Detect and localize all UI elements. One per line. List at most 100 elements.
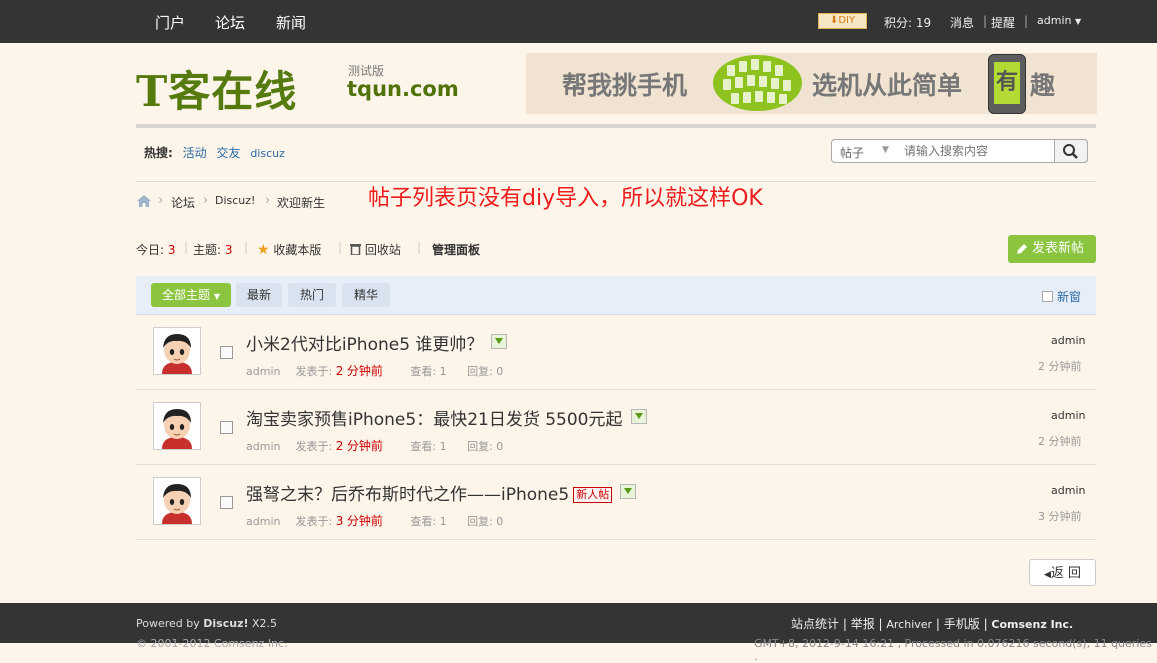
discuz-link[interactable]: Discuz!: [203, 617, 248, 630]
footer-link-stats[interactable]: 站点统计: [791, 617, 839, 631]
attachment-icon: [630, 409, 647, 424]
last-post-time: 2 分钟前: [1038, 435, 1082, 448]
new-user-badge: 新人帖: [573, 487, 613, 503]
thread-author[interactable]: admin: [246, 515, 292, 528]
diy-button[interactable]: ⬇DIY: [818, 13, 867, 29]
chevron-down-icon: ▼: [213, 292, 220, 301]
hot-term[interactable]: 交友: [216, 146, 240, 160]
hot-term[interactable]: 活动: [183, 146, 207, 160]
recycle-bin-link[interactable]: 回收站: [350, 241, 401, 258]
breadcrumb-separator: ›: [265, 193, 271, 208]
search-box: 帖子 ▼: [831, 139, 1088, 163]
banner-text-3: 趣: [1030, 71, 1056, 100]
nav-portal[interactable]: 门户: [155, 12, 185, 33]
thread-title-row: 小米2代对比iPhone5 谁更帅？: [246, 330, 508, 355]
user-menu[interactable]: admin ▼: [1037, 14, 1081, 27]
footer: Powered by Discuz! X2.5 © 2001-2012 Coms…: [0, 603, 1157, 663]
separator: |: [184, 240, 189, 254]
separator: |: [338, 240, 343, 254]
footer-link-mobile[interactable]: 手机版: [944, 617, 980, 631]
attachment-icon: [620, 484, 637, 499]
divider: [136, 389, 1096, 390]
reminders-link[interactable]: 提醒: [991, 14, 1015, 31]
separator: |: [1024, 14, 1029, 28]
hot-search: 热搜: 活动 交友 discuz: [144, 144, 285, 161]
banner-text-2: 选机从此简单: [812, 71, 963, 100]
avatar[interactable]: [153, 477, 201, 525]
phone-graphic: 有: [988, 54, 1026, 114]
star-icon: ★: [257, 242, 270, 258]
server-time: GMT+8, 2012-9-14 16:21 , Processed in 0.…: [754, 637, 1152, 663]
divider: [136, 464, 1096, 465]
trash-icon: [350, 244, 361, 256]
thread-title[interactable]: 小米2代对比iPhone5 谁更帅？: [246, 335, 483, 355]
separator: |: [417, 240, 422, 254]
breadcrumb-item[interactable]: Discuz!: [215, 194, 255, 207]
thread-author[interactable]: admin: [246, 365, 292, 378]
phones-ball-graphic: [713, 55, 802, 111]
chevron-down-icon[interactable]: ▼: [882, 145, 889, 155]
separator: |: [244, 240, 249, 254]
back-button[interactable]: ◀返 回: [1029, 559, 1096, 586]
avatar[interactable]: [153, 327, 201, 375]
last-post-time: 2 分钟前: [1038, 360, 1082, 373]
messages-link[interactable]: 消息: [950, 14, 974, 31]
breadcrumb-separator: ›: [158, 193, 164, 208]
thread-count: 主题: 3: [193, 243, 233, 257]
search-icon: [1063, 144, 1078, 159]
annotation-text: 帖子列表页没有diy导入，所以就这样OK: [368, 186, 763, 211]
banner-phone-char: 有: [994, 62, 1020, 104]
chevron-left-icon: ◀: [1043, 570, 1051, 580]
last-post-author[interactable]: admin: [1051, 484, 1085, 497]
pencil-icon: [1017, 244, 1027, 254]
footer-links: 站点统计 | 举报 | Archiver | 手机版 | Comsenz Inc…: [791, 617, 1074, 631]
nav-news[interactable]: 新闻: [276, 12, 306, 33]
divider: [136, 539, 1096, 540]
site-logo[interactable]: T客在线 测试版 tqun.com: [136, 58, 459, 116]
thread-title[interactable]: 淘宝卖家预售iPhone5：最快21日发货 5500元起: [246, 410, 623, 430]
footer-link-archiver[interactable]: Archiver: [886, 618, 932, 631]
ad-banner[interactable]: 帮我挑手机 选机从此简单 有 趣: [526, 53, 1097, 114]
powered-by: Powered by Discuz! X2.5: [136, 617, 278, 630]
footer-link-comsenz[interactable]: Comsenz Inc.: [991, 618, 1073, 631]
tab-latest[interactable]: 最新: [236, 283, 282, 307]
attachment-icon: [491, 334, 508, 349]
thread-meta: admin 发表于: 3 分钟前 查看: 1 回复: 0: [246, 514, 504, 528]
separator: |: [983, 14, 988, 28]
thread-filter-bar: 全部主题 ▼ 最新 热门 精华 新窗: [136, 276, 1096, 315]
admin-panel-link[interactable]: 管理面板: [432, 241, 480, 258]
last-post-author[interactable]: admin: [1051, 334, 1085, 347]
nav-forum[interactable]: 论坛: [215, 12, 245, 33]
logo-title: T客在线: [136, 67, 298, 116]
tab-all-threads[interactable]: 全部主题 ▼: [151, 283, 231, 307]
today-count: 今日: 3: [136, 243, 176, 257]
hot-term[interactable]: discuz: [250, 147, 285, 160]
breadcrumb-item[interactable]: 欢迎新生: [277, 194, 325, 211]
thread-title-row: 淘宝卖家预售iPhone5：最快21日发货 5500元起: [246, 405, 647, 430]
thread-checkbox[interactable]: [220, 421, 233, 434]
new-window-toggle[interactable]: 新窗: [1042, 288, 1081, 305]
search-button[interactable]: [1054, 139, 1088, 163]
thread-meta: admin 发表于: 2 分钟前 查看: 1 回复: 0: [246, 364, 504, 378]
last-post-time: 3 分钟前: [1038, 510, 1082, 523]
favorite-forum-link[interactable]: ★ 收藏本版: [257, 241, 321, 258]
thread-meta: admin 发表于: 2 分钟前 查看: 1 回复: 0: [246, 439, 504, 453]
tab-hot[interactable]: 热门: [288, 283, 336, 307]
thread-author[interactable]: admin: [246, 440, 292, 453]
search-input[interactable]: [904, 144, 1044, 158]
thread-title[interactable]: 强弩之末？后乔布斯时代之作——iPhone5: [246, 485, 569, 505]
top-navigation-bar: 门户 论坛 新闻 ⬇DIY 积分: 19 消息 | 提醒 | admin ▼: [0, 0, 1157, 43]
tab-digest[interactable]: 精华: [342, 283, 390, 307]
home-icon[interactable]: [137, 195, 151, 207]
thread-checkbox[interactable]: [220, 496, 233, 509]
thread-checkbox[interactable]: [220, 346, 233, 359]
new-post-button[interactable]: 发表新帖: [1008, 235, 1096, 263]
thread-title-row: 强弩之末？后乔布斯时代之作——iPhone5 新人帖: [246, 480, 637, 505]
breadcrumb-item[interactable]: 论坛: [171, 194, 195, 211]
search-category-select[interactable]: 帖子: [840, 144, 864, 161]
last-post-author[interactable]: admin: [1051, 409, 1085, 422]
footer-link-report[interactable]: 举报: [851, 617, 875, 631]
avatar[interactable]: [153, 402, 201, 450]
checkbox: [1042, 291, 1053, 302]
points-display[interactable]: 积分: 19: [884, 14, 931, 31]
